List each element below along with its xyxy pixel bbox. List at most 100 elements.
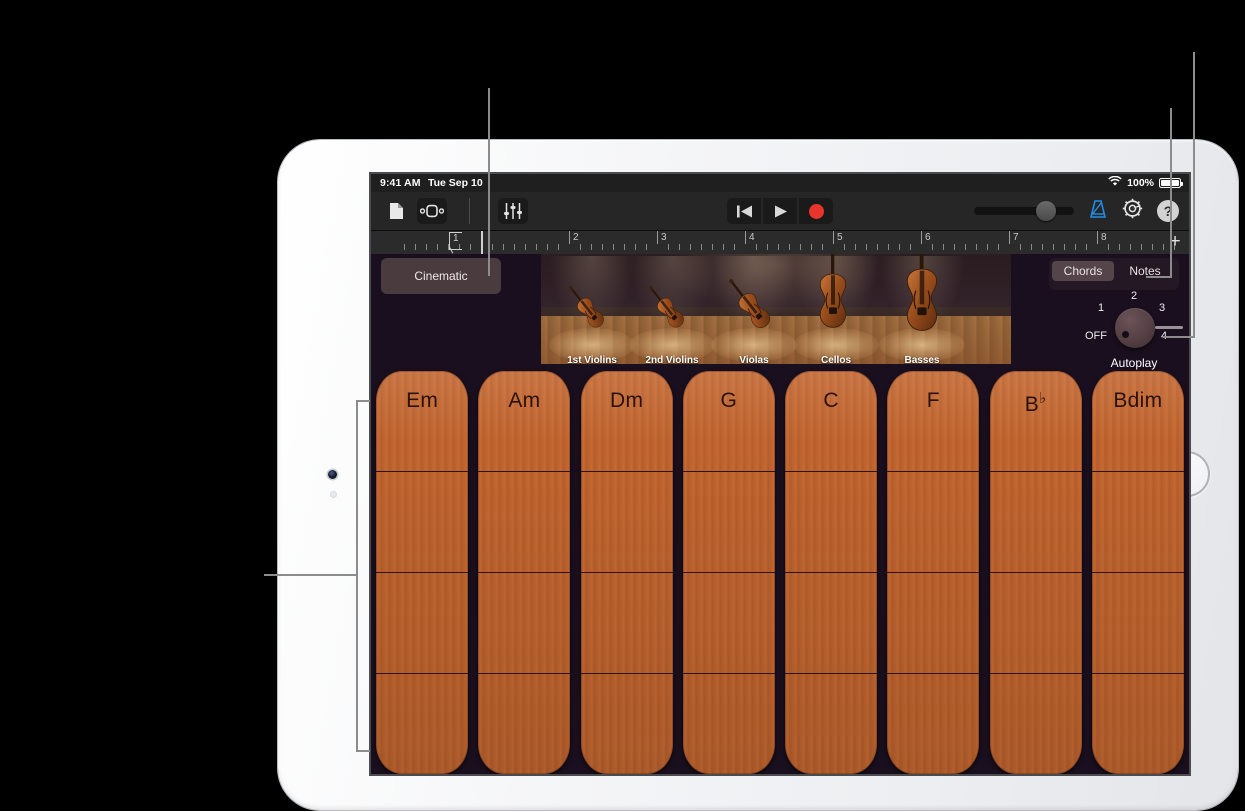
ruler-tick <box>437 244 438 250</box>
chord-strip-row[interactable]: Dm <box>581 371 673 471</box>
chord-strip-row[interactable]: C <box>785 371 877 471</box>
ruler-tick <box>811 244 812 250</box>
chord-strip-row[interactable] <box>580 471 673 572</box>
status-date: Tue Sep 10 <box>428 177 483 189</box>
toolbar-left-group <box>371 198 528 224</box>
ruler-tick <box>844 244 845 250</box>
rewind-to-start-icon[interactable] <box>727 198 761 224</box>
chord-strip-row[interactable] <box>376 572 469 673</box>
chord-strip-row[interactable] <box>989 673 1082 774</box>
stage-section-violas[interactable]: Violas <box>728 254 777 364</box>
chord-strip-row[interactable] <box>376 471 469 572</box>
chord-strip-g[interactable]: G <box>682 371 775 774</box>
callout-line-autoplay-horizontal <box>1163 336 1195 338</box>
play-icon[interactable] <box>763 198 797 224</box>
chord-strip-row[interactable] <box>1091 471 1184 572</box>
ruler-tick <box>668 244 669 250</box>
instrument-area: Cinematic Chords Notes 1st Violins 2nd V… <box>371 254 1189 774</box>
chord-strips: Em Am Dm G C F B♭ Bdim <box>371 371 1189 774</box>
tab-notes[interactable]: Notes <box>1114 261 1176 281</box>
ruler-tick <box>415 244 416 250</box>
mixer-sliders-icon[interactable] <box>498 198 528 224</box>
stage-section-label: Violas <box>739 355 769 364</box>
document-navigation-icon[interactable] <box>381 198 411 224</box>
stage-section-cellos[interactable]: Cellos <box>813 254 859 364</box>
ruler-tick <box>987 244 988 250</box>
chord-strip-row[interactable] <box>887 471 980 572</box>
settings-gear-icon[interactable] <box>1122 198 1143 224</box>
track-view-icon[interactable] <box>417 198 447 224</box>
ruler-tick <box>888 244 889 250</box>
volume-slider-knob[interactable] <box>1036 201 1056 221</box>
chord-strip-row[interactable] <box>478 471 571 572</box>
timeline-ruler[interactable]: 2 3 4 5 6 7 8 1 + <box>371 231 1189 256</box>
chord-strip-row[interactable] <box>580 673 673 774</box>
autoplay-knob[interactable] <box>1115 308 1155 348</box>
chord-strip-row[interactable]: G <box>683 371 775 471</box>
chord-strip-row[interactable]: F <box>887 371 979 471</box>
master-volume-slider[interactable] <box>974 201 1074 221</box>
autoplay-label-3[interactable]: 3 <box>1159 302 1165 314</box>
ruler-tick <box>536 244 537 250</box>
chord-strip-row[interactable] <box>682 572 775 673</box>
stage-section-2nd-violins[interactable]: 2nd Violins <box>645 254 699 364</box>
track-header[interactable]: Cinematic <box>381 258 501 294</box>
metronome-icon[interactable] <box>1088 199 1108 224</box>
ruler-bar-number: 7 <box>1013 232 1019 243</box>
stage-section-label: Cellos <box>820 355 852 364</box>
chord-strip-row[interactable]: Bdim <box>1092 371 1184 471</box>
autoplay-label-1[interactable]: 1 <box>1098 302 1104 314</box>
help-button[interactable]: ? <box>1157 200 1179 222</box>
chord-strip-row[interactable]: Em <box>376 371 468 471</box>
chord-strip-dm[interactable]: Dm <box>580 371 673 774</box>
chord-strip-bdim[interactable]: Bdim <box>1091 371 1184 774</box>
stage-section-1st-violins[interactable]: 1st Violins <box>567 254 617 364</box>
chord-strip-row[interactable]: Am <box>478 371 570 471</box>
record-icon[interactable] <box>799 198 833 224</box>
chord-strip-row[interactable]: B♭ <box>990 371 1082 471</box>
chord-strip-wrapper: Em <box>371 371 473 774</box>
chord-strip-row[interactable] <box>580 572 673 673</box>
instrument-cello-icon <box>813 254 853 343</box>
chord-strip-row[interactable] <box>1091 673 1184 774</box>
autoplay-label-2[interactable]: 2 <box>1131 290 1137 302</box>
chord-strip-row[interactable] <box>785 673 878 774</box>
autoplay-control: OFF 1 2 3 4 Autoplay <box>1085 288 1183 370</box>
chord-strip-c[interactable]: C <box>785 371 878 774</box>
ruler-bar-number: 2 <box>573 232 579 243</box>
chord-strip-am[interactable]: Am <box>478 371 571 774</box>
chord-strip-wrapper: Bdim <box>1087 371 1189 774</box>
chord-strip-row[interactable] <box>887 572 980 673</box>
chord-strip-row[interactable] <box>887 673 980 774</box>
ruler-tick <box>591 244 592 250</box>
chord-strip-row[interactable] <box>989 471 1082 572</box>
ruler-tick <box>1152 244 1153 250</box>
chord-strip-row[interactable] <box>376 673 469 774</box>
chord-label: F <box>926 389 940 412</box>
autoplay-connector-line <box>1155 326 1183 329</box>
chord-strip-em[interactable]: Em <box>376 371 469 774</box>
chord-strip-row[interactable] <box>682 673 775 774</box>
chord-strip-row[interactable] <box>1091 572 1184 673</box>
ruler-tick <box>646 244 647 250</box>
ruler-bar-number: 3 <box>661 232 667 243</box>
add-section-button[interactable]: + <box>1165 232 1185 252</box>
chord-strip-row[interactable] <box>785 572 878 673</box>
chord-strip-row[interactable] <box>478 572 571 673</box>
stage-section-basses[interactable]: Basses <box>899 254 945 364</box>
chord-strip-row[interactable] <box>478 673 571 774</box>
chord-strip-f[interactable]: F <box>887 371 980 774</box>
chord-strip-bb[interactable]: B♭ <box>989 371 1082 774</box>
chord-strip-row[interactable] <box>989 572 1082 673</box>
ruler-tick <box>756 244 757 250</box>
playhead-line[interactable] <box>481 231 483 255</box>
transport-controls <box>727 198 833 224</box>
ipad-device: 9:41 AM Tue Sep 10 100% ? 2 3 4 5 6 7 8 … <box>278 140 1238 810</box>
tab-chords[interactable]: Chords <box>1052 261 1114 281</box>
ruler-bar-line <box>1097 231 1098 244</box>
ruler-tick <box>1086 244 1087 250</box>
chord-strip-row[interactable] <box>785 471 878 572</box>
autoplay-label-off[interactable]: OFF <box>1085 330 1107 342</box>
chord-strip-row[interactable] <box>682 471 775 572</box>
ruler-tick <box>1020 244 1021 250</box>
